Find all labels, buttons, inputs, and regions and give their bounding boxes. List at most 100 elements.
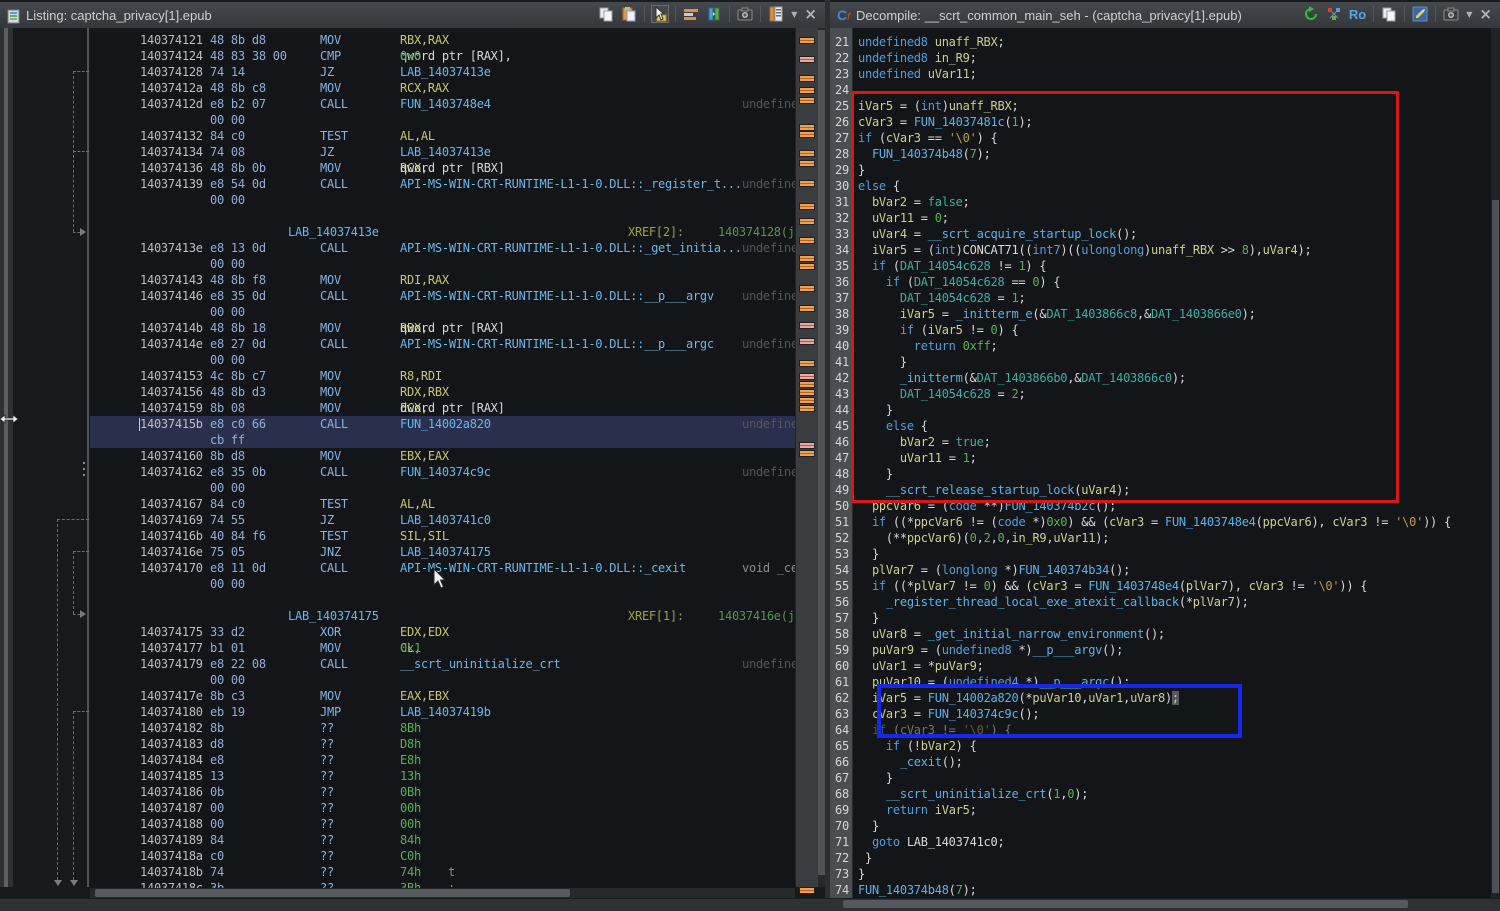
- bookmark-marker[interactable]: [799, 405, 815, 412]
- code-line[interactable]: 63 cVar3 = FUN_140374c9c();: [830, 706, 1491, 722]
- code-line[interactable]: 61 puVar10 = (undefined4 *)__p___argc();: [830, 674, 1491, 690]
- listing-row[interactable]: 14037413284 c0TESTAL,AL: [90, 128, 795, 144]
- listing-label-row[interactable]: LAB_14037413eXREF[2]:140374128(j: [90, 224, 795, 240]
- bookmark-marker[interactable]: [799, 97, 815, 104]
- listing-row[interactable]: 140374139e8 54 0dCALLAPI-MS-WIN-CRT-RUNT…: [90, 176, 795, 192]
- listing-row[interactable]: 140374183d8??D8h: [90, 736, 795, 752]
- listing-row[interactable]: 140374177b1 01MOVCL,0x1: [90, 640, 795, 656]
- code-line[interactable]: 60 uVar1 = *puVar9;: [830, 658, 1491, 674]
- code-line[interactable]: 37 DAT_14054c628 = 1;: [830, 290, 1491, 306]
- bookmark-marker[interactable]: [799, 442, 815, 449]
- listing-row[interactable]: 14037416974 55JZLAB_1403741c0: [90, 512, 795, 528]
- code-line[interactable]: 33 uVar4 = __scrt_acquire_startup_lock()…: [830, 226, 1491, 242]
- listing-label-row[interactable]: LAB_140374175XREF[1]:14037416e(j: [90, 608, 795, 624]
- listing-row[interactable]: 14037416b40 84 f6TESTSIL,SIL: [90, 528, 795, 544]
- listing-row[interactable]: 14037418ac0??C0h: [90, 848, 795, 864]
- listing-row[interactable]: 1403741828b??8Bh: [90, 720, 795, 736]
- listing-row[interactable]: 14037414b48 8b 18MOVRBX,qword ptr [RAX]: [90, 320, 795, 336]
- listing-row[interactable]: 14037415648 8b d3MOVRDX,RBX: [90, 384, 795, 400]
- cursor-select-icon[interactable]: [652, 6, 668, 22]
- listing-row[interactable]: 14037412148 8b d8MOVRBX,RAX: [90, 32, 795, 48]
- code-line[interactable]: 62 iVar5 = FUN_14002a820(*puVar10,uVar1,…: [830, 690, 1491, 706]
- code-line[interactable]: 28 FUN_140374b48(7);: [830, 146, 1491, 162]
- code-line[interactable]: 48 }: [830, 466, 1491, 482]
- bookmark-marker[interactable]: [799, 338, 815, 345]
- code-line[interactable]: 55 if ((*plVar7 != 0) && (cVar3 = FUN_14…: [830, 578, 1491, 594]
- snapshot-icon[interactable]: [1443, 6, 1459, 22]
- listing-row[interactable]: cb ff: [90, 432, 795, 448]
- refresh-icon[interactable]: [1303, 6, 1319, 22]
- listing-row[interactable]: 00 00: [90, 480, 795, 496]
- bookmark-marker[interactable]: [799, 285, 815, 292]
- close-icon[interactable]: ×: [1479, 6, 1492, 22]
- code-line[interactable]: 66 _cexit();: [830, 754, 1491, 770]
- diff-icon[interactable]: [706, 6, 722, 22]
- listing-display-icon[interactable]: [768, 6, 784, 22]
- code-line[interactable]: 64 if (cVar3 != '\0') {: [830, 722, 1491, 738]
- code-line[interactable]: 51 if ((*ppcVar6 != (code *)0x0) && (cVa…: [830, 514, 1491, 530]
- listing-row[interactable]: 14037415be8 c0 66CALLFUN_14002a820undefi…: [90, 416, 795, 432]
- listing-row[interactable]: 1403741860b??0Bh: [90, 784, 795, 800]
- code-line[interactable]: 74FUN_140374b48(7);: [830, 882, 1491, 898]
- code-line[interactable]: 34 iVar5 = (int)CONCAT71((int7)((ulonglo…: [830, 242, 1491, 258]
- bookmark-marker[interactable]: [799, 373, 815, 380]
- code-line[interactable]: 68 __scrt_uninitialize_crt(1,0);: [830, 786, 1491, 802]
- disassembly-listing[interactable]: 14037412148 8b d8MOVRBX,RAX14037412448 8…: [90, 32, 795, 888]
- listing-row[interactable]: 1403741608b d8MOVEBX,EAX: [90, 448, 795, 464]
- listing-row[interactable]: 14037418b74??74ht: [90, 864, 795, 880]
- code-line[interactable]: 27if (cVar3 == '\0') {: [830, 130, 1491, 146]
- listing-row[interactable]: 14037418c3b??3Bh;: [90, 880, 795, 888]
- bookmark-marker[interactable]: [799, 218, 815, 225]
- dropdown-icon[interactable]: ▼: [791, 10, 797, 19]
- code-line[interactable]: 70 }: [830, 818, 1491, 834]
- code-line[interactable]: 67 }: [830, 770, 1491, 786]
- code-line[interactable]: 69 return iVar5;: [830, 802, 1491, 818]
- bookmark-marker[interactable]: [799, 160, 815, 167]
- listing-row[interactable]: 140374146e8 35 0dCALLAPI-MS-WIN-CRT-RUNT…: [90, 288, 795, 304]
- code-line[interactable]: 41 }: [830, 354, 1491, 370]
- bookmark-marker[interactable]: [799, 255, 815, 262]
- listing-row[interactable]: 14037417533 d2XOREDX,EDX: [90, 624, 795, 640]
- listing-row[interactable]: 14037413648 8b 0bMOVRCX,qword ptr [RBX]: [90, 160, 795, 176]
- listing-row[interactable]: 14037412448 83 38 00CMPqword ptr [RAX],0…: [90, 48, 795, 64]
- bookmark-marker[interactable]: [799, 360, 815, 367]
- dropdown-icon[interactable]: ▼: [1466, 10, 1472, 19]
- listing-row[interactable]: 140374162e8 35 0bCALLFUN_140374c9cundefi…: [90, 464, 795, 480]
- code-line[interactable]: 44 }: [830, 402, 1491, 418]
- listing-row[interactable]: 14037412874 14JZLAB_14037413e: [90, 64, 795, 80]
- listing-row[interactable]: 00 00: [90, 672, 795, 688]
- code-line[interactable]: 58 uVar8 = _get_initial_narrow_environme…: [830, 626, 1491, 642]
- code-line[interactable]: 40 return 0xff;: [830, 338, 1491, 354]
- listing-hscroll-thumb[interactable]: [95, 889, 570, 897]
- listing-row[interactable]: 140374170e8 11 0dCALLAPI-MS-WIN-CRT-RUNT…: [90, 560, 795, 576]
- listing-row[interactable]: 00 00: [90, 192, 795, 208]
- listing-row[interactable]: 14037413ee8 13 0dCALLAPI-MS-WIN-CRT-RUNT…: [90, 240, 795, 256]
- listing-row[interactable]: 140374179e8 22 08CALL__scrt_uninitialize…: [90, 656, 795, 672]
- bookmark-marker[interactable]: [799, 450, 815, 457]
- listing-row[interactable]: 14037414ee8 27 0dCALLAPI-MS-WIN-CRT-RUNT…: [90, 336, 795, 352]
- code-line[interactable]: 42 _initterm(&DAT_1403866b0,&DAT_1403866…: [830, 370, 1491, 386]
- listing-row[interactable]: 14037418700??00h: [90, 800, 795, 816]
- code-line[interactable]: 57 }: [830, 610, 1491, 626]
- bookmark-marker[interactable]: [799, 389, 815, 396]
- listing-row[interactable]: 14037418984??84h: [90, 832, 795, 848]
- listing-row[interactable]: 14037412de8 b2 07CALLFUN_1403748e4undefi…: [90, 96, 795, 112]
- decompile-vscroll-thumb[interactable]: [1492, 200, 1499, 893]
- listing-row[interactable]: 00 00: [90, 304, 795, 320]
- code-line[interactable]: 26cVar3 = FUN_14037481c(1);: [830, 114, 1491, 130]
- edit-icon[interactable]: [1412, 6, 1428, 22]
- listing-row[interactable]: 00 00: [90, 112, 795, 128]
- bookmark-marker[interactable]: [799, 124, 815, 131]
- code-line[interactable]: 39 if (iVar5 != 0) {: [830, 322, 1491, 338]
- code-line[interactable]: 53 }: [830, 546, 1491, 562]
- code-line[interactable]: 71 goto LAB_1403741c0;: [830, 834, 1491, 850]
- paste-icon[interactable]: [621, 6, 637, 22]
- code-line[interactable]: 45 else {: [830, 418, 1491, 434]
- listing-row[interactable]: 00 00: [90, 352, 795, 368]
- bookmark-marker[interactable]: [799, 381, 815, 388]
- code-line[interactable]: 43 DAT_14054c628 = 2;: [830, 386, 1491, 402]
- code-line[interactable]: 59 puVar9 = (undefined8 *)__p___argv();: [830, 642, 1491, 658]
- decompile-hscroll-thumb[interactable]: [843, 900, 1408, 908]
- copy-icon[interactable]: [1381, 6, 1397, 22]
- listing-row[interactable]: 14037412a48 8b c8MOVRCX,RAX: [90, 80, 795, 96]
